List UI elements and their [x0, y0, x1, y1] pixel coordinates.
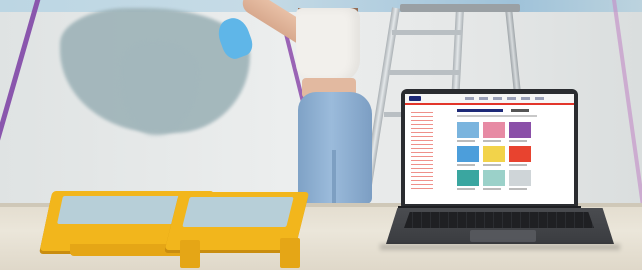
- product-tile: [509, 146, 531, 162]
- laptop-screen-bezel: [401, 89, 578, 207]
- website-caption-row: [457, 164, 531, 166]
- product-tile: [509, 170, 531, 186]
- product-tile: [483, 146, 505, 162]
- laptop-keyboard: [404, 212, 594, 228]
- product-tile: [457, 146, 479, 162]
- product-tile: [509, 122, 531, 138]
- product-tile: [483, 170, 505, 186]
- product-tile: [457, 170, 479, 186]
- scene-photo: [0, 0, 642, 270]
- product-tile: [457, 122, 479, 138]
- website-heading: [457, 109, 503, 112]
- website-caption-row: [457, 188, 531, 190]
- ladder-top-cap: [400, 4, 520, 12]
- website-nav: [465, 97, 545, 100]
- ladder-step: [388, 70, 460, 75]
- paint-tray-right-paint: [182, 197, 294, 227]
- website-sidebar: [411, 112, 433, 192]
- woman-jeans-leg-gap: [332, 150, 336, 204]
- paint-tray-right-leg: [180, 240, 200, 268]
- woman-tank-top: [296, 8, 360, 82]
- website-accent-bar: [405, 103, 574, 105]
- laptop-screen: [405, 94, 574, 204]
- paint-tray-right-leg: [280, 238, 300, 268]
- product-tile: [483, 122, 505, 138]
- laptop-trackpad: [470, 230, 536, 242]
- website-text-line: [457, 115, 537, 117]
- website-logo: [409, 96, 421, 101]
- ladder-step: [392, 30, 462, 35]
- laptop-shadow: [380, 244, 620, 250]
- website-heading-right: [511, 109, 529, 112]
- website-caption-row: [457, 140, 531, 142]
